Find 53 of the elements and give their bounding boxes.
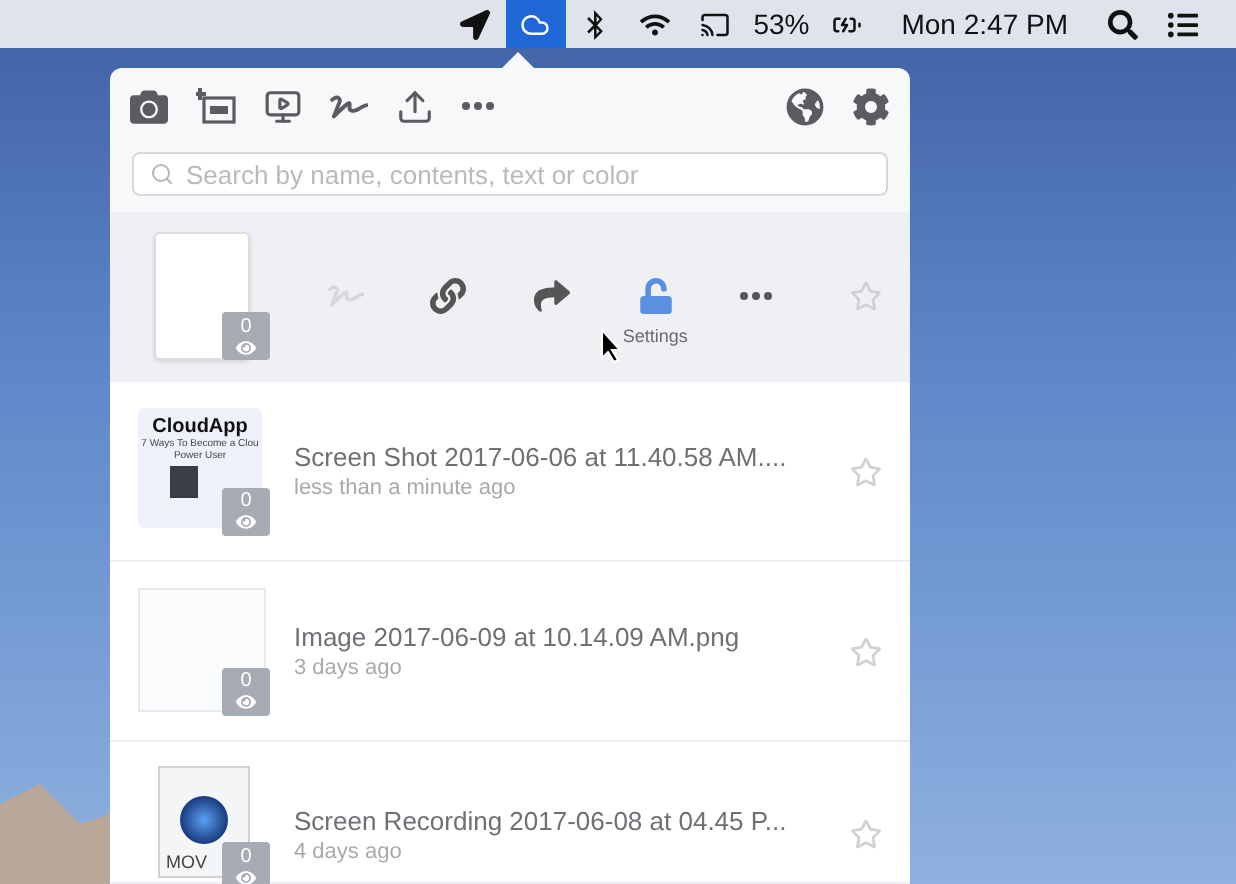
- file-name: Image 2017-06-09 at 10.14.09 AM.png: [294, 622, 742, 652]
- link-icon: [430, 278, 467, 314]
- mountain-drawing: [0, 784, 110, 884]
- menu-clock[interactable]: Mon 2:47 PM: [893, 8, 1076, 40]
- more-button[interactable]: [462, 102, 494, 110]
- photo-placeholder: [170, 465, 198, 497]
- ellipsis-icon: [740, 292, 773, 300]
- lock-icon: [637, 278, 674, 314]
- camera-icon: [130, 87, 168, 125]
- gif-icon: [196, 88, 236, 124]
- star-button[interactable]: [850, 280, 882, 312]
- eye-icon: [236, 512, 256, 532]
- share-button[interactable]: [533, 278, 570, 314]
- tooltip-label: Settings: [622, 326, 688, 346]
- upload-icon: [396, 87, 434, 125]
- video-button[interactable]: [264, 87, 302, 125]
- cursor-icon: [600, 328, 624, 364]
- view-count-badge: 0: [222, 312, 270, 360]
- gif-capture-button[interactable]: [196, 88, 236, 124]
- file-icon: [154, 232, 250, 360]
- file-time: 4 days ago: [294, 840, 404, 864]
- file-row[interactable]: MOV 0 Screen Recording 2017-06-08 at 04.45 P... 4 days ago: [110, 742, 910, 884]
- star-button[interactable]: [850, 635, 882, 667]
- more-button[interactable]: [740, 292, 773, 300]
- star-button[interactable]: [850, 818, 882, 850]
- search-icon: [150, 162, 174, 186]
- ellipsis-icon: [462, 102, 494, 110]
- thumbnail-title: CloudApp: [152, 415, 248, 437]
- file-name: Screen Recording 2017-06-08 at 04.45 P...: [294, 806, 789, 836]
- eye-icon: [236, 337, 256, 357]
- cloud-icon[interactable]: [505, 0, 566, 48]
- upload-button[interactable]: [396, 87, 434, 125]
- globe-icon: [786, 87, 824, 125]
- battery-percentage: 53%: [751, 8, 812, 40]
- file-time: 3 days ago: [294, 656, 404, 680]
- selected-item-row[interactable]: 0 Settings: [110, 212, 910, 382]
- file-row[interactable]: 0 Image 2017-06-09 at 10.14.09 AM.png 3 days ago: [110, 562, 910, 742]
- globe-button[interactable]: [786, 87, 824, 125]
- star-button[interactable]: [850, 455, 882, 487]
- camera-button[interactable]: [130, 87, 168, 125]
- file-name: Screen Shot 2017-06-06 at 11.40.58 AM....: [294, 442, 789, 472]
- view-count-badge: 0: [222, 842, 270, 884]
- link-button[interactable]: [430, 278, 467, 314]
- settings-icon: [852, 87, 890, 125]
- eye-icon: [236, 692, 256, 712]
- file-time: less than a minute ago: [294, 476, 518, 500]
- view-count-badge: 0: [222, 487, 270, 535]
- view-count-badge: 0: [222, 667, 270, 715]
- share-icon: [533, 278, 570, 314]
- eye-icon: [236, 867, 256, 884]
- search-field[interactable]: Search by name, contents, text or color: [132, 152, 888, 196]
- settings-button[interactable]: [852, 87, 890, 125]
- video-icon: [264, 87, 302, 125]
